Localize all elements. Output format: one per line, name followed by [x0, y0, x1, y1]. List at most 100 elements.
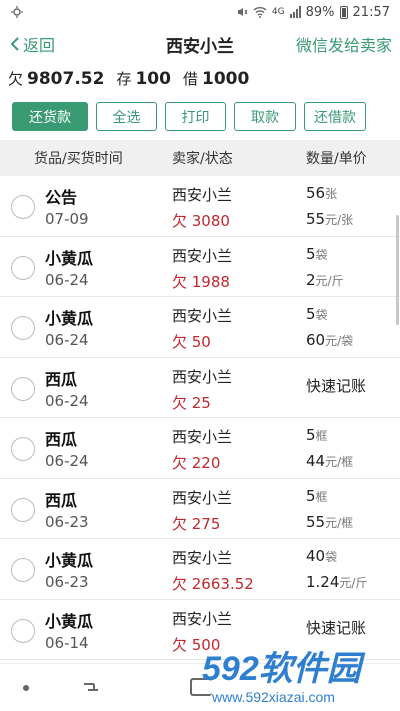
goods-name: 小黄瓜 [45, 551, 94, 570]
list-item[interactable]: 小黄瓜 06-14 西安小兰欠 500 快速记账 [0, 600, 400, 660]
list-item[interactable]: 小黄瓜 06-24 西安小兰欠 1988 5袋 2元/斤 [0, 237, 400, 297]
quantity-value: 5 [306, 244, 316, 263]
wifi-icon [253, 7, 267, 18]
wechat-send-button[interactable]: 微信发给卖家 [296, 32, 392, 56]
nav-bar: 返回 西安小兰 微信发给卖家 [0, 24, 400, 64]
signal-icon [289, 6, 301, 18]
price-value: 2 [306, 270, 316, 289]
battery-percent: 89% [305, 4, 335, 20]
seller-name: 西安小兰 [172, 186, 233, 204]
quantity-value: 5 [306, 486, 316, 505]
price-unit: 元/斤 [315, 273, 344, 288]
stock-label: 存 [116, 70, 132, 88]
battery-icon [339, 5, 348, 19]
select-radio[interactable] [11, 376, 35, 401]
purchase-date: 06-23 [45, 512, 89, 531]
scrollbar[interactable] [396, 215, 399, 325]
unit-price: 60元/袋 [306, 331, 353, 349]
debt-status: 欠 3080 [172, 212, 230, 230]
goods-name: 西瓜 [45, 430, 78, 449]
select-radio[interactable] [11, 618, 35, 643]
select-radio[interactable] [11, 255, 35, 280]
select-radio[interactable] [11, 316, 35, 340]
list-item[interactable]: 西瓜 06-24 西安小兰欠 25 快速记账 [0, 358, 400, 418]
status-bar: 4G 89% 21:57 [0, 0, 400, 24]
price-value: 55 [306, 512, 326, 531]
back-label: 返回 [23, 36, 56, 55]
seller-name: 西安小兰 [172, 549, 233, 567]
select-radio[interactable] [11, 195, 35, 219]
price-unit: 元/框 [325, 455, 354, 469]
quick-entry-label: 快速记账 [306, 618, 367, 637]
withdraw-button[interactable]: 取款 [234, 102, 296, 131]
column-qty: 数量/单价 [306, 151, 367, 167]
quantity-unit: 袋 [325, 550, 338, 564]
quantity-unit: 袋 [315, 247, 328, 262]
clock: 21:57 [352, 4, 390, 20]
goods-name: 小黄瓜 [45, 309, 94, 328]
column-seller: 卖家/状态 [172, 151, 233, 167]
select-all-button[interactable]: 全选 [96, 102, 157, 131]
quantity-unit: 框 [315, 429, 328, 443]
quick-entry-label: 快速记账 [306, 376, 367, 395]
list-item[interactable]: 西瓜 06-24 西安小兰欠 220 5框 44元/框 [0, 418, 400, 479]
purchase-date: 06-24 [45, 331, 89, 349]
quantity-unit: 张 [325, 187, 338, 201]
back-button[interactable]: 返回 [10, 32, 55, 56]
seller-name: 西安小兰 [172, 367, 233, 386]
quantity-unit: 袋 [315, 308, 328, 322]
seller-name: 西安小兰 [172, 428, 233, 446]
list-item[interactable]: 西瓜 06-23 西安小兰欠 275 5框 55元/框 [0, 479, 400, 539]
quantity-value: 40 [306, 547, 326, 565]
purchase-date: 06-24 [45, 270, 89, 289]
list-item[interactable]: 小黄瓜 06-23 西安小兰欠 2663.52 40袋 1.24元/斤 [0, 539, 400, 600]
repay-button[interactable]: 还货款 [12, 102, 88, 131]
stock-value: 100 [135, 69, 171, 89]
recent-apps-icon[interactable] [82, 679, 100, 695]
debt-status: 欠 500 [172, 635, 221, 654]
debt-status: 欠 50 [172, 333, 211, 351]
account-summary: 欠 9807.52 存 100 借 1000 [8, 68, 261, 89]
repay-loan-button[interactable]: 还借款 [304, 102, 366, 131]
unit-price: 55元/框 [306, 513, 353, 531]
select-radio[interactable] [11, 437, 35, 461]
quantity: 5袋 [306, 245, 328, 263]
quantity: 40袋 [306, 547, 337, 565]
unit-price: 2元/斤 [306, 271, 344, 289]
goods-name: 小黄瓜 [45, 248, 94, 268]
quantity: 56张 [306, 184, 337, 202]
select-radio[interactable] [11, 558, 35, 582]
quantity: 5框 [306, 426, 328, 444]
debt-status: 欠 220 [172, 454, 221, 472]
debt-status: 欠 25 [172, 393, 211, 412]
borrow-value: 1000 [201, 69, 250, 89]
system-nav-bar [0, 663, 400, 711]
select-radio[interactable] [11, 497, 35, 522]
transaction-list: 公告 07-09 西安小兰欠 3080 56张 55元/张 小黄瓜 06-24 西安小兰欠 1… [0, 176, 400, 660]
purchase-date: 06-24 [45, 452, 89, 470]
debt-status: 欠 2663.52 [172, 575, 254, 593]
weather-icon [11, 6, 23, 18]
print-button[interactable]: 打印 [165, 102, 226, 131]
goods-name: 公告 [45, 188, 78, 207]
price-value: 55 [306, 210, 326, 228]
chevron-left-icon [10, 37, 19, 51]
quantity-value: 5 [306, 305, 316, 323]
goods-name: 西瓜 [45, 369, 78, 389]
action-bar: 还货款 全选 打印 取款 还借款 [12, 102, 366, 131]
table-header: 货品/买货时间 卖家/状态 数量/单价 [0, 140, 400, 176]
seller-name: 西安小兰 [172, 488, 233, 507]
quantity: 5框 [306, 487, 328, 505]
list-item[interactable]: 公告 07-09 西安小兰欠 3080 56张 55元/张 [0, 176, 400, 237]
debt-status: 欠 275 [172, 514, 221, 533]
unit-price: 44元/框 [306, 452, 353, 470]
purchase-date: 07-09 [45, 210, 89, 228]
owe-value: 9807.52 [27, 69, 105, 89]
list-item[interactable]: 小黄瓜 06-24 西安小兰欠 50 5袋 60元/袋 [0, 297, 400, 358]
seller-name: 西安小兰 [172, 246, 233, 265]
owe-label: 欠 [8, 70, 24, 88]
home-icon[interactable] [190, 678, 212, 696]
dot-icon[interactable] [23, 685, 29, 691]
price-unit: 元/框 [325, 515, 354, 530]
quantity-unit: 框 [315, 489, 328, 504]
